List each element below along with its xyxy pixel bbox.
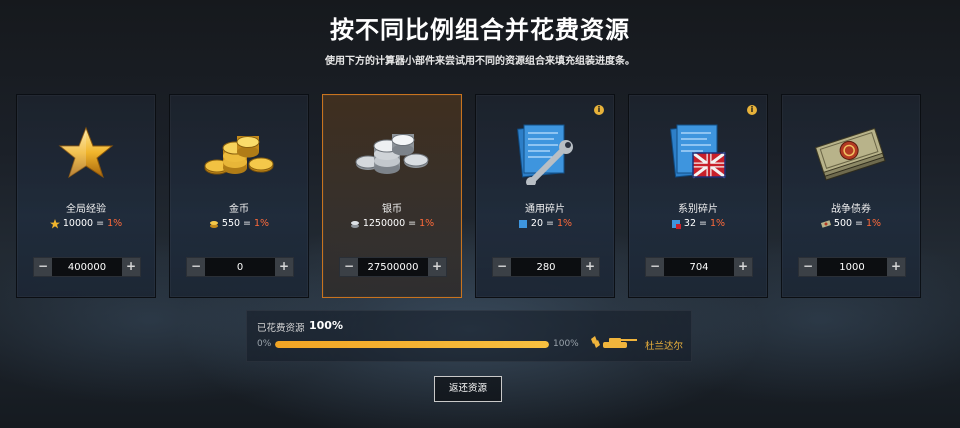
progress-max-label: 100% — [553, 339, 579, 349]
rate-amount: 1250000 — [362, 218, 406, 229]
resource-card-nation-parts[interactable]: i 系别碎片 32 = 1% − 704 + — [628, 94, 768, 298]
card-name: 银币 — [382, 204, 402, 215]
progress-label: 已花费资源 — [257, 323, 305, 334]
card-name: 系别碎片 — [678, 204, 718, 215]
card-rate: 20 = 1% — [476, 218, 614, 229]
info-icon[interactable]: i — [747, 105, 757, 115]
rate-percent: 1% — [254, 218, 270, 229]
silver-coins-icon — [323, 123, 461, 183]
increment-button[interactable]: + — [122, 258, 140, 276]
gold-coins-icon — [170, 123, 308, 183]
mini-nation-blueprint-icon — [671, 219, 681, 229]
quantity-input[interactable]: 0 — [205, 262, 275, 273]
rate-equals: = — [96, 218, 105, 229]
mini-star-icon — [49, 218, 60, 228]
star-icon — [17, 123, 155, 183]
rate-amount: 500 — [833, 218, 853, 229]
quantity-stepper: − 400000 + — [33, 257, 141, 277]
increment-button[interactable]: + — [734, 258, 752, 276]
decrement-button[interactable]: − — [646, 258, 664, 276]
rate-equals: = — [699, 218, 707, 229]
universal-parts-icon — [476, 123, 614, 185]
rate-equals: = — [855, 218, 864, 229]
increment-button[interactable]: + — [581, 258, 599, 276]
rate-amount: 550 — [221, 218, 241, 229]
decrement-button[interactable]: − — [34, 258, 52, 276]
quantity-stepper: − 27500000 + — [339, 257, 447, 277]
progress-bar — [275, 341, 549, 348]
card-rate: 32 = 1% — [629, 218, 767, 229]
decrement-button[interactable]: − — [187, 258, 205, 276]
increment-button[interactable]: + — [428, 258, 446, 276]
progress-min-label: 0% — [257, 339, 272, 349]
resource-card-credits[interactable]: 银币 1250000 = 1% − 27500000 + — [322, 94, 462, 298]
mini-silver-icon — [350, 220, 359, 228]
page-subtitle: 使用下方的计算器小部件来尝试用不同的资源组合来填充组装进度条。 — [325, 56, 635, 67]
decrement-button[interactable]: − — [493, 258, 511, 276]
quantity-input[interactable]: 400000 — [52, 262, 122, 273]
quantity-input[interactable]: 704 — [664, 262, 734, 273]
card-name: 全局经验 — [66, 204, 106, 215]
rate-amount: 10000 — [62, 218, 94, 229]
card-rate: 1250000 = 1% — [323, 218, 461, 229]
resource-card-bonds[interactable]: 战争债券 500 = 1% − 1000 + — [781, 94, 921, 298]
mini-blueprint-icon — [518, 219, 527, 228]
rate-equals: = — [546, 218, 554, 229]
resource-cards: 全局经验 10000 = 1% − 400000 + 金币 550 = 1% −… — [16, 94, 946, 298]
progress-panel: 已花费资源 100% 0% 100% 杜兰达尔 — [246, 310, 692, 362]
resource-card-free-xp[interactable]: 全局经验 10000 = 1% − 400000 + — [16, 94, 156, 298]
mini-bond-icon — [820, 219, 831, 228]
rate-amount: 32 — [683, 218, 697, 229]
quantity-input[interactable]: 27500000 — [358, 262, 428, 273]
card-name: 通用碎片 — [525, 204, 565, 215]
decrement-button[interactable]: − — [340, 258, 358, 276]
rate-percent: 1% — [866, 218, 882, 229]
bonds-icon — [782, 123, 920, 183]
card-rate: 550 = 1% — [170, 218, 308, 229]
return-resources-button[interactable]: 返还资源 — [434, 376, 502, 402]
mini-gold-icon — [209, 220, 218, 228]
increment-button[interactable]: + — [887, 258, 905, 276]
quantity-input[interactable]: 1000 — [817, 262, 887, 273]
quantity-stepper: − 704 + — [645, 257, 753, 277]
resource-card-gold[interactable]: 金币 550 = 1% − 0 + — [169, 94, 309, 298]
rate-amount: 20 — [530, 218, 544, 229]
quantity-stepper: − 280 + — [492, 257, 600, 277]
rate-percent: 1% — [709, 218, 726, 229]
quantity-input[interactable]: 280 — [511, 262, 581, 273]
info-icon[interactable]: i — [594, 105, 604, 115]
rate-percent: 1% — [556, 218, 573, 229]
rate-percent: 1% — [107, 218, 123, 229]
quantity-stepper: − 0 + — [186, 257, 294, 277]
rate-equals: = — [243, 218, 252, 229]
progress-value: 100% — [309, 319, 343, 332]
card-name: 金币 — [229, 204, 249, 215]
decrement-button[interactable]: − — [799, 258, 817, 276]
tank-icon — [591, 336, 637, 348]
nation-parts-icon — [629, 123, 767, 183]
quantity-stepper: − 1000 + — [798, 257, 906, 277]
card-rate: 500 = 1% — [782, 218, 920, 229]
tank-name[interactable]: 杜兰达尔 — [645, 338, 683, 352]
page-title: 按不同比例组合并花费资源 — [330, 16, 630, 44]
rate-equals: = — [408, 218, 417, 229]
resource-card-universal-parts[interactable]: i 通用碎片 20 = 1% − 280 + — [475, 94, 615, 298]
increment-button[interactable]: + — [275, 258, 293, 276]
progress-bar-fill — [275, 341, 549, 348]
card-rate: 10000 = 1% — [17, 218, 155, 229]
card-name: 战争债券 — [831, 204, 871, 215]
rate-percent: 1% — [419, 218, 435, 229]
